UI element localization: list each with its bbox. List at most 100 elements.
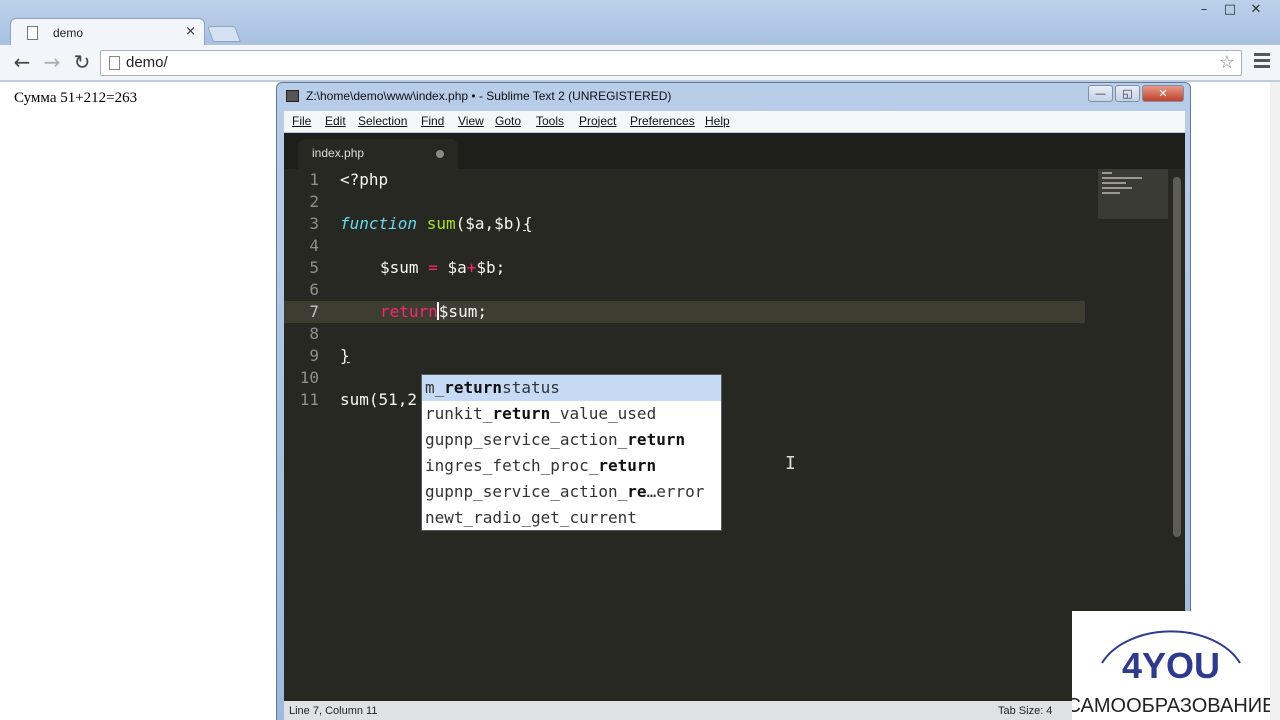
watermark-arc: 4YOU САМООБРАЗОВАНИЕ [1067,630,1275,717]
address-bar[interactable]: demo/ ☆ [100,50,1242,76]
watermark-logo: 4YOU САМООБРАЗОВАНИЕ [1067,611,1275,720]
forward-icon[interactable]: → [40,51,64,75]
code-line: 8 [284,323,1085,345]
watermark-tagline: САМООБРАЗОВАНИЕ [1072,695,1270,717]
new-tab-button[interactable] [207,26,241,42]
autocomplete-item[interactable]: ingres_fetch_proc_return [422,453,721,479]
ac-match: return [444,378,503,397]
menu-goto[interactable]: Goto [495,114,521,128]
autocomplete-item[interactable]: runkit_return_value_used [422,401,721,427]
tab-title: demo [53,26,84,40]
code-line: 2 [284,191,1085,213]
code-text: <?php [340,170,389,189]
code-line: 4 [284,235,1085,257]
bookmark-star-icon[interactable]: ☆ [1219,52,1235,73]
menu-project[interactable]: Project [579,114,616,128]
browser-window-controls: – □ ✕ [1194,2,1266,20]
file-tab-index-php[interactable]: index.php [298,139,458,169]
unsaved-dot-icon[interactable] [436,150,444,158]
menu-selection[interactable]: Selection [358,114,407,128]
open-brace: { [523,214,533,233]
keyword-function: function [340,214,418,233]
code-line: 5 $sum = $a+$b; [284,257,1085,279]
autocomplete-item[interactable]: gupnp_service_action_re…error [422,479,721,505]
page-icon [109,56,120,70]
cursor-position: Line 7, Column 11 [289,705,378,717]
ac-match: return [492,404,551,423]
ac-text: …error [646,482,705,501]
mouse-ibeam-icon: I [785,453,796,474]
code-line: 3 function sum($a,$b){ [284,213,1085,235]
var-b: $b; [476,258,506,277]
url-text[interactable]: demo/ [126,54,168,71]
operator-assign: = [428,258,438,277]
code-text: } [340,345,350,367]
sublime-window-controls: — ◱ ✕ [1088,85,1184,102]
line-number: 11 [299,390,319,409]
sublime-title: Z:\home\demo\www\index.php • - Sublime T… [306,89,672,103]
code-line: 6 [284,279,1085,301]
code-text: function sum($a,$b){ [340,213,533,235]
menu-help[interactable]: Help [705,114,730,128]
reload-icon[interactable]: ↻ [70,51,94,75]
menu-find[interactable]: Find [421,114,444,128]
menu-preferences[interactable]: Preferences [630,114,695,128]
back-icon[interactable]: ← [10,51,34,75]
sublime-minimize-button[interactable]: — [1088,85,1113,102]
minimize-button[interactable]: – [1194,2,1214,20]
browser-tab[interactable]: demo × [10,18,205,46]
chrome-menu-icon[interactable] [1254,53,1270,71]
keyword-return: return [380,302,438,321]
code-line: 1 <?php [284,169,1085,191]
tab-close-icon[interactable]: × [185,24,196,39]
ac-match: re [627,482,647,501]
ac-text: ingres_fetch_proc_ [425,456,599,475]
line-number: 2 [309,192,319,211]
ac-text: runkit_ [425,404,493,423]
line-number: 9 [309,346,319,365]
close-button[interactable]: ✕ [1246,2,1266,20]
var-a: $a [447,258,467,277]
minimap[interactable] [1098,169,1168,219]
close-brace: } [340,346,350,365]
line-number: 10 [299,368,319,387]
ac-text: m_ [425,378,445,397]
autocomplete-popup: m_returnstatus runkit_return_value_used … [421,374,722,531]
maximize-button[interactable]: □ [1220,2,1240,20]
autocomplete-item[interactable]: gupnp_service_action_return [422,427,721,453]
ac-match: return [627,430,686,449]
file-tab-strip: index.php [284,133,1185,169]
page-icon [27,26,38,40]
browser-toolbar: ← → ↻ demo/ ☆ [0,45,1280,81]
menu-tools[interactable]: Tools [536,114,564,128]
menu-file[interactable]: File [292,114,311,128]
line-number: 7 [309,302,319,321]
page-output-text: Сумма 51+212=263 [14,90,138,106]
line-number: 5 [309,258,319,277]
code-text: $sum = $a+$b; [380,257,505,279]
ac-match: return [598,456,657,475]
var-sum: $sum [380,258,419,277]
page-scrollbar[interactable] [1270,82,1280,720]
sublime-restore-button[interactable]: ◱ [1115,85,1140,102]
tab-size-selector[interactable]: Tab Size: 4 [998,705,1052,717]
menu-edit[interactable]: Edit [325,114,346,128]
code-line-current: 7 return$sum; [284,301,1085,323]
sublime-window: Z:\home\demo\www\index.php • - Sublime T… [276,82,1191,720]
editor-area[interactable]: index.php 1 <?php 2 3 function sum($a,$b… [284,133,1185,720]
code-text: sum(51,2 [340,390,418,409]
autocomplete-item-selected[interactable]: m_returnstatus [422,375,721,401]
autocomplete-item[interactable]: newt_radio_get_current [422,505,721,531]
line-number: 6 [309,280,319,299]
sublime-close-button[interactable]: ✕ [1142,85,1184,102]
function-name: sum [426,214,456,233]
editor-scrollbar[interactable] [1173,177,1181,537]
code-line: 9 } [284,345,1085,367]
ac-text: newt_radio_get_current [425,508,637,527]
menu-view[interactable]: View [458,114,484,128]
line-number: 1 [309,170,319,189]
sublime-app-icon [286,90,299,102]
function-args: ($a,$b) [455,214,524,233]
sublime-menubar: File Edit Selection Find View Goto Tools… [284,111,1185,132]
code-text: return$sum; [380,301,487,323]
